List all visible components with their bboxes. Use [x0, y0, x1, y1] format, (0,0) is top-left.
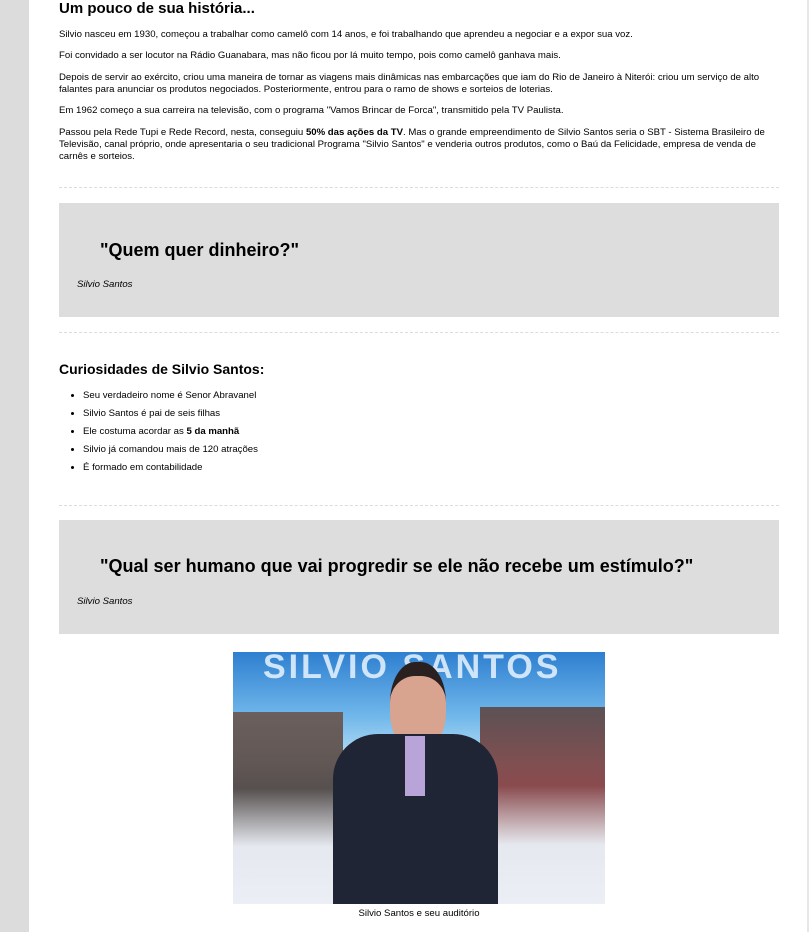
- bold-text: 5 da manhã: [186, 426, 240, 437]
- history-paragraph: Em 1962 começo a sua carreira na televis…: [59, 105, 564, 116]
- history-paragraph: Foi convidado a ser locutor na Rádio Gua…: [59, 50, 561, 61]
- history-paragraph: Passou pela Rede Tupi e Rede Record, nes…: [59, 127, 779, 163]
- silvio-santos-photo: SILVIO SANTOS: [233, 652, 605, 904]
- list-item: Seu verdadeiro nome é Senor Abravanel: [83, 390, 258, 408]
- quote-author: Silvio Santos: [77, 279, 133, 290]
- left-sidebar: [0, 0, 29, 932]
- bold-text: 50% das ações da TV: [305, 127, 403, 138]
- photo-caption: Silvio Santos e seu auditório: [358, 908, 480, 919]
- presenter-tie: [405, 736, 425, 796]
- divider: [59, 332, 779, 333]
- history-title: Um pouco de sua história...: [59, 0, 255, 17]
- list-item: Silvio já comandou mais de 120 atrações: [83, 444, 258, 462]
- divider: [59, 505, 779, 506]
- list-item: É formado em contabilidade: [83, 462, 258, 480]
- quote-text: "Qual ser humano que vai progredir se el…: [100, 556, 694, 576]
- audience-left: [233, 712, 343, 904]
- divider: [59, 187, 779, 188]
- history-paragraph: Silvio nasceu em 1930, começou a trabalh…: [59, 29, 633, 40]
- list-item: Silvio Santos é pai de seis filhas: [83, 408, 258, 426]
- quote-block: "Qual ser humano que vai progredir se el…: [59, 520, 779, 634]
- text: Ele costuma acordar as: [83, 426, 187, 437]
- audience-right: [480, 707, 605, 904]
- quote-block: "Quem quer dinheiro?" Silvio Santos: [59, 203, 779, 317]
- list-item: Ele costuma acordar as 5 da manhã: [83, 426, 258, 444]
- curiosities-title: Curiosidades de Silvio Santos:: [59, 361, 265, 377]
- quote-text: "Quem quer dinheiro?": [100, 240, 300, 260]
- history-paragraph: Depois de servir ao exército, criou uma …: [59, 72, 760, 95]
- right-border: [807, 0, 809, 932]
- curiosities-list: Seu verdadeiro nome é Senor Abravanel Si…: [59, 390, 258, 480]
- text: Passou pela Rede Tupi e Rede Record, nes…: [59, 127, 306, 138]
- quote-author: Silvio Santos: [77, 596, 133, 607]
